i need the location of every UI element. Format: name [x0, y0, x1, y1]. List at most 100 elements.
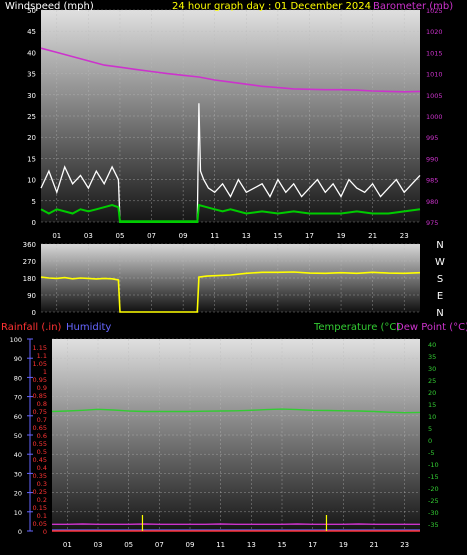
humidity-y-tick: 30	[14, 470, 22, 478]
temp-y-tick: -35	[428, 521, 439, 529]
wind-y-tick: 10	[27, 177, 36, 185]
temp-y-tick: 40	[428, 341, 436, 349]
humidity-y-tick: 60	[14, 413, 22, 421]
humidity-y-tick: 40	[14, 451, 22, 459]
temp-y-tick: 30	[428, 365, 436, 373]
temp-x-tick: 15	[278, 541, 287, 549]
temp-y-tick: 0	[428, 437, 432, 445]
humidity-y-tick: 80	[14, 374, 22, 382]
baro-y-tick: 1000	[426, 113, 443, 121]
temp-x-tick: 11	[216, 541, 225, 549]
rain-y-tick: 0.95	[33, 376, 47, 384]
wind-y-tick: 25	[27, 113, 36, 121]
compass-labels: N W S E N	[435, 240, 445, 319]
temp-y-tick: -10	[428, 461, 439, 469]
wind-y-axis: 05101520253035404550	[27, 7, 36, 227]
wind-x-tick: 09	[179, 232, 188, 240]
wind-y-tick: 40	[27, 49, 36, 57]
direction-y-tick: 90	[27, 292, 36, 300]
humidity-y-tick: 100	[10, 336, 22, 344]
wind-y-tick: 20	[27, 134, 36, 142]
wind-x-tick: 23	[400, 232, 409, 240]
wind-y-tick: 45	[27, 28, 36, 36]
direction-panel: 0 90 180 270 360	[23, 241, 421, 317]
temp-x-tick: 03	[94, 541, 103, 549]
compass-n-bottom: N	[436, 308, 443, 319]
temp-x-tick: 09	[186, 541, 195, 549]
temp-x-tick: 19	[339, 541, 348, 549]
humidity-y-tick: 10	[14, 509, 22, 517]
graph-title: 24 hour graph day : 01 December 2024	[172, 1, 371, 12]
rain-y-tick: 0.1	[37, 512, 47, 520]
rain-y-tick: 0	[43, 528, 47, 536]
temp-y-axis: -35 -30 -25 -20 -15 -10 -5 0 5 10 15 20 25 30 35 40	[428, 341, 439, 529]
rain-y-tick: 0.35	[33, 472, 47, 480]
temp-y-tick: -20	[428, 485, 439, 493]
wind-y-tick: 30	[27, 92, 36, 100]
rain-y-tick: 0.9	[37, 384, 47, 392]
temp-x-tick: 07	[155, 541, 164, 549]
compass-s: S	[437, 274, 443, 285]
rain-y-tick: 0.25	[33, 488, 47, 496]
direction-y-tick: 0	[32, 309, 36, 317]
direction-y-axis: 0 90 180 270 360	[23, 241, 36, 317]
baro-y-tick: 1010	[426, 71, 443, 79]
rain-y-tick: 1.1	[37, 352, 47, 360]
baro-y-tick: 975	[426, 219, 438, 227]
temp-y-tick: -5	[428, 449, 434, 457]
rain-y-tick: 1.05	[33, 360, 47, 368]
rain-y-tick: 0.75	[33, 408, 47, 416]
direction-y-tick: 180	[23, 275, 36, 283]
wind-baro-panel: 05101520253035404550 9759809859909951000…	[27, 7, 442, 240]
humidity-y-tick: 50	[14, 432, 22, 440]
humidity-title: Humidity	[66, 322, 111, 333]
wind-title: Windspeed (mph)	[5, 1, 94, 12]
rain-y-tick: 0.85	[33, 392, 47, 400]
rain-y-tick: 0.8	[37, 400, 47, 408]
temp-x-tick: 05	[124, 541, 133, 549]
compass-w: W	[435, 257, 445, 268]
wind-x-tick: 03	[84, 232, 93, 240]
temp-y-tick: 10	[428, 413, 436, 421]
wind-x-tick: 19	[337, 232, 346, 240]
baro-y-tick: 985	[426, 177, 438, 185]
wind-y-tick: 0	[32, 219, 36, 227]
baro-y-tick: 1005	[426, 92, 443, 100]
temp-y-tick: 5	[428, 425, 432, 433]
rain-y-tick: 0.05	[33, 520, 47, 528]
rain-y-tick: 0.7	[37, 416, 47, 424]
rain-y-tick: 0.15	[33, 504, 47, 512]
temp-y-tick: 25	[428, 377, 436, 385]
temp-x-tick: 17	[308, 541, 317, 549]
compass-n-top: N	[436, 240, 443, 251]
humidity-y-axis: 0 10 20 30 40 50 60 70 80 90 100	[10, 336, 33, 536]
rain-y-tick: 1	[43, 368, 47, 376]
direction-y-tick: 360	[23, 241, 36, 249]
rain-y-tick: 0.65	[33, 424, 47, 432]
rain-y-tick: 0.3	[37, 480, 47, 488]
temp-x-axis: 01 03 05 07 09 11 13 15 17 19 21 23	[63, 541, 409, 549]
temp-x-tick: 01	[63, 541, 72, 549]
compass-e: E	[437, 291, 443, 302]
wind-x-tick: 05	[115, 232, 124, 240]
dew-title: Dew Point (°C)	[396, 322, 467, 333]
wind-x-tick: 01	[52, 232, 61, 240]
rain-y-tick: 0.5	[37, 448, 47, 456]
temp-y-tick: -15	[428, 473, 439, 481]
temp-title: Temperature (°C)	[313, 322, 400, 333]
rain-y-tick: 0.2	[37, 496, 47, 504]
wind-y-tick: 35	[27, 71, 36, 79]
temp-x-tick: 23	[400, 541, 409, 549]
temp-y-tick: 35	[428, 353, 436, 361]
temp-y-tick: 15	[428, 401, 436, 409]
temp-y-tick: -25	[428, 497, 439, 505]
weather-graph: 05101520253035404550 9759809859909951000…	[1, 1, 467, 549]
rain-y-tick: 1.15	[33, 344, 47, 352]
humidity-y-tick: 20	[14, 490, 22, 498]
humidity-y-tick: 70	[14, 394, 22, 402]
rain-title: Rainfall (.in)	[1, 322, 62, 333]
temp-y-tick: 20	[428, 389, 436, 397]
temp-x-tick: 21	[370, 541, 379, 549]
temp-x-tick: 13	[247, 541, 256, 549]
rain-y-tick: 0.55	[33, 440, 47, 448]
